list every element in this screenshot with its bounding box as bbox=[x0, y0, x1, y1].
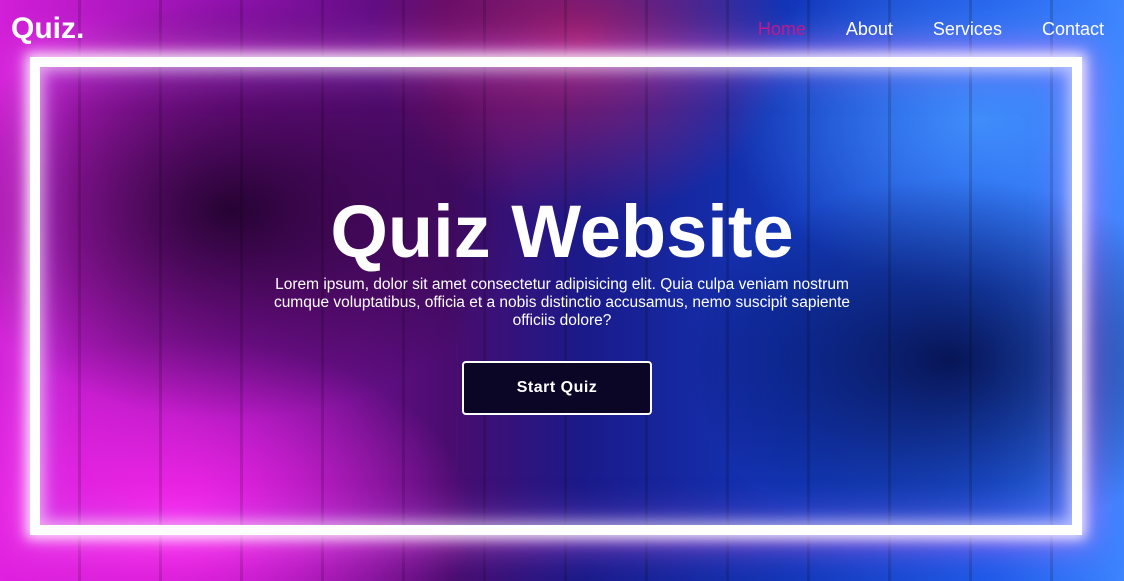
hero-description: Lorem ipsum, dolor sit amet consectetur … bbox=[273, 276, 851, 329]
nav-home-link[interactable]: Home bbox=[758, 17, 806, 41]
nav-contact-link[interactable]: Contact bbox=[1042, 17, 1104, 41]
hero-section: Quiz Website Lorem ipsum, dolor sit amet… bbox=[0, 192, 1124, 330]
hero-title: Quiz Website bbox=[330, 190, 794, 273]
start-quiz-button[interactable]: Start Quiz bbox=[462, 361, 652, 415]
main-nav: Home About Services Contact bbox=[718, 17, 1104, 41]
nav-services-link[interactable]: Services bbox=[933, 17, 1002, 41]
nav-about-link[interactable]: About bbox=[846, 17, 893, 41]
site-logo[interactable]: Quiz. bbox=[11, 12, 84, 46]
